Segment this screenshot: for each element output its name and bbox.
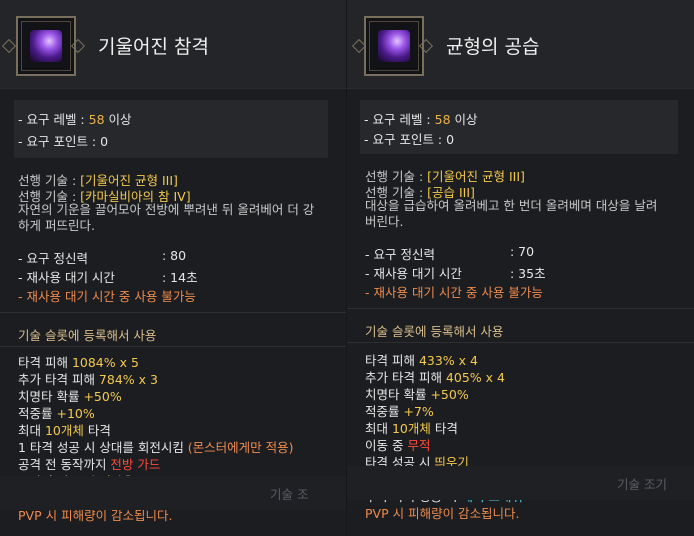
skill-icon-frame xyxy=(364,16,424,76)
register-hint: 기술 슬롯에 등록해서 사용 xyxy=(18,328,157,343)
stat-mp: - 요구 정신력 xyxy=(18,251,88,266)
req-points: - 요구 포인트 : 0 xyxy=(18,134,109,149)
requirements-box: - 요구 레벨 : 58 이상 - 요구 포인트 : 0 xyxy=(360,100,678,154)
skill-tooltip-left: 기울어진 참격 - 요구 레벨 : 58 이상 - 요구 포인트 : 0 선행 … xyxy=(0,0,346,536)
stat-mp-value: : 80 xyxy=(162,248,187,263)
stat-cooldown-value: : 35초 xyxy=(510,266,546,281)
req-points: - 요구 포인트 : 0 xyxy=(364,132,455,147)
cooldown-note: - 재사용 대기 시간 중 사용 불가능 xyxy=(365,285,543,300)
requirements-box: - 요구 레벨 : 58 이상 - 요구 포인트 : 0 xyxy=(14,100,328,158)
register-hint: 기술 슬롯에 등록해서 사용 xyxy=(365,324,504,339)
background-ghost-text: 기술 조기 xyxy=(617,477,667,492)
req-level: - 요구 레벨 : 58 이상 xyxy=(364,112,478,127)
stat-cooldown-value: : 14초 xyxy=(162,270,198,285)
divider xyxy=(0,346,346,347)
skill-tooltip-right: 균형의 공습 - 요구 레벨 : 58 이상 - 요구 포인트 : 0 선행 기… xyxy=(347,0,694,536)
divider xyxy=(347,342,694,343)
stat-mp: - 요구 정신력 xyxy=(365,247,435,262)
stat-mp-value: : 70 xyxy=(510,244,535,259)
divider xyxy=(0,312,346,313)
tooltip-header: 기울어진 참격 xyxy=(0,0,346,89)
tooltip-header: 균형의 공습 xyxy=(347,0,694,89)
stat-cooldown: - 재사용 대기 시간 xyxy=(365,266,462,281)
frame-ornament-icon xyxy=(1,38,17,54)
skill-description: 자연의 기운을 끌어모아 전방에 뿌려낸 뒤 올려베어 더 강하게 퍼뜨린다. xyxy=(18,202,315,233)
skill-description: 대상을 급습하여 올려베고 한 번더 올려베며 대상을 날려버린다. xyxy=(365,198,658,229)
skill-icon-frame xyxy=(16,16,76,76)
slash-skill-icon xyxy=(30,30,62,62)
req-level: - 요구 레벨 : 58 이상 xyxy=(18,112,132,127)
skill-title: 균형의 공습 xyxy=(446,36,540,58)
stat-cooldown: - 재사용 대기 시간 xyxy=(18,270,115,285)
skill-title: 기울어진 참격 xyxy=(98,36,209,58)
cooldown-note: - 재사용 대기 시간 중 사용 불가능 xyxy=(18,289,196,304)
divider xyxy=(347,308,694,309)
background-ghost-text: 기술 조 xyxy=(270,487,309,502)
effect-line: PVP 시 피해량이 감소됩니다. xyxy=(365,506,520,521)
strike-skill-icon xyxy=(378,30,410,62)
